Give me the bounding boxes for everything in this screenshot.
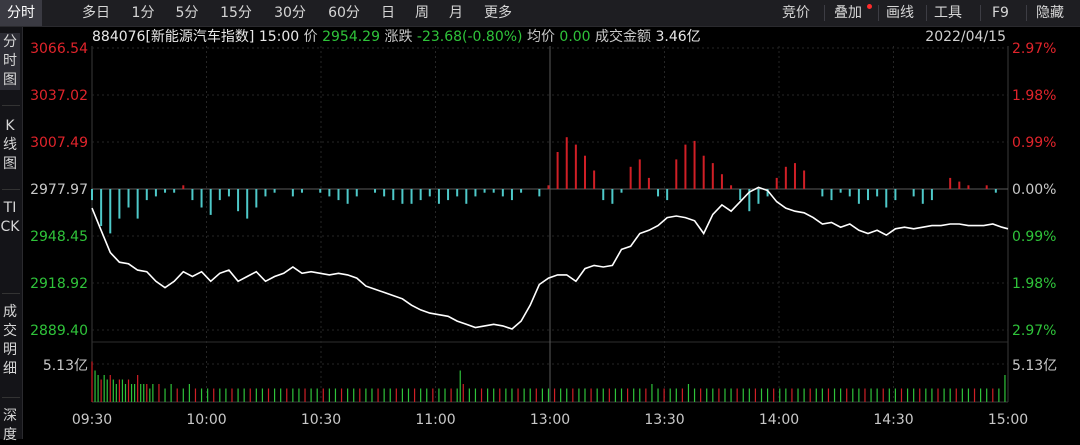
time-label: 11:00 xyxy=(415,412,455,428)
price-tick-label: 2918.92 xyxy=(30,276,88,292)
percent-tick-label: 1.98% xyxy=(1012,276,1056,292)
price-tick-label: 2977.97 xyxy=(30,182,88,198)
percent-tick-label: 2.97% xyxy=(1012,41,1056,57)
time-label: 09:30 xyxy=(72,412,112,428)
percent-tick-label: 1.98% xyxy=(1012,88,1056,104)
price-tick-label: 3066.54 xyxy=(30,41,88,57)
percent-tick-label: 2.97% xyxy=(1012,323,1056,339)
percent-tick-label: 0.99% xyxy=(1012,135,1056,151)
time-label: 15:00 xyxy=(988,412,1028,428)
percent-tick-label: 0.00% xyxy=(1012,182,1056,198)
intraday-chart[interactable]: 3066.54 2.97% 3037.02 1.98% 3007.49 0.99% 2977… xyxy=(0,0,1080,439)
time-label: 10:30 xyxy=(301,412,341,428)
percent-tick-label: 0.99% xyxy=(1012,229,1056,245)
time-label: 14:30 xyxy=(873,412,913,428)
price-tick-label: 2889.40 xyxy=(30,323,88,339)
time-label: 10:00 xyxy=(186,412,226,428)
volume-max-label: 5.13亿 xyxy=(43,358,88,374)
time-label: 14:00 xyxy=(759,412,799,428)
price-tick-label: 2948.45 xyxy=(30,229,88,245)
volume-max-label-right: 5.13亿 xyxy=(1012,358,1057,374)
price-tick-label: 3037.02 xyxy=(30,88,88,104)
time-label: 13:00 xyxy=(530,412,570,428)
time-label: 13:30 xyxy=(644,412,684,428)
price-tick-label: 3007.49 xyxy=(30,135,88,151)
